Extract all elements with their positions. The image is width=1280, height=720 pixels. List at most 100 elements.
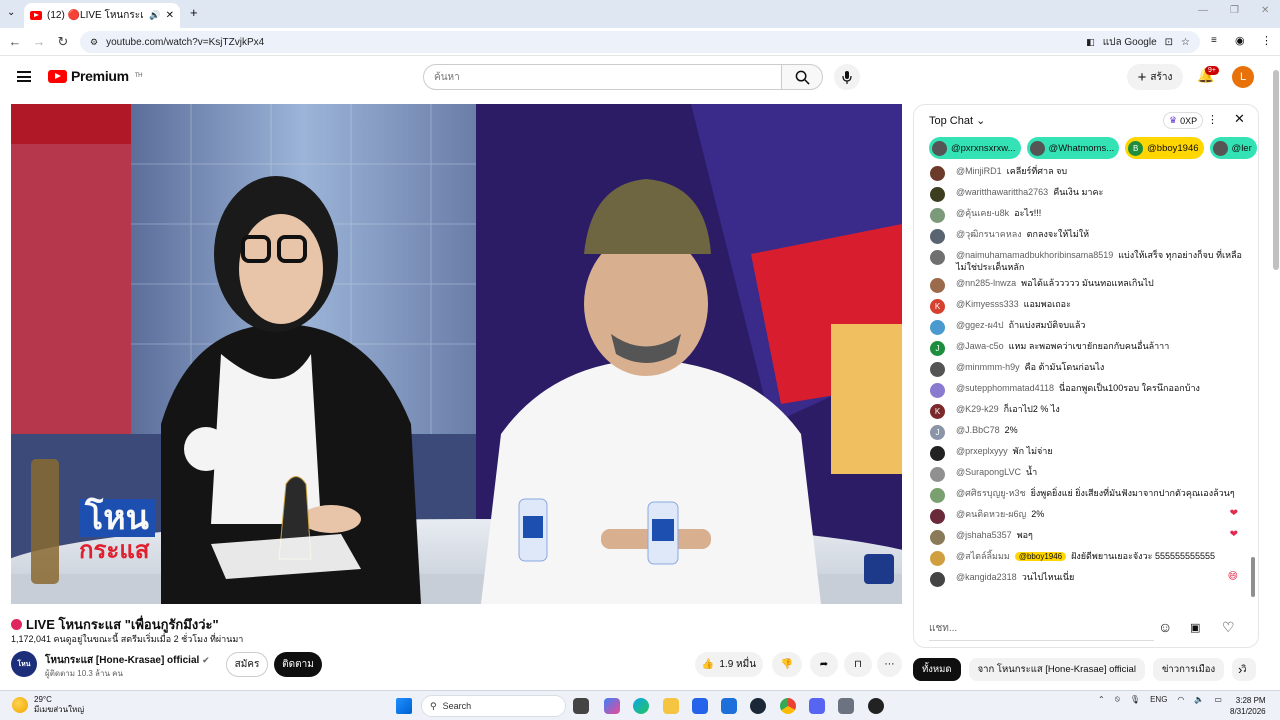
file-explorer-icon[interactable] bbox=[663, 698, 679, 714]
chat-author-name[interactable]: @MinjiRD1 bbox=[956, 166, 1002, 176]
chat-message[interactable]: @jshaha5357 พอๆ ❤ bbox=[914, 527, 1258, 548]
filter-chip[interactable]: จาก โหนกระแส [Hone-Krasae] official bbox=[968, 658, 1145, 681]
chat-message[interactable]: @minmmm-h9y คือ ต้ามันโดนก่อนไง bbox=[914, 359, 1258, 380]
youtube-premium-logo[interactable]: Premium TH bbox=[48, 68, 143, 84]
join-button[interactable]: สมัคร bbox=[226, 652, 268, 677]
back-icon[interactable]: ← bbox=[3, 34, 27, 49]
mic-tray-icon[interactable]: 🎙 bbox=[1130, 695, 1140, 704]
chat-message[interactable]: K @K29-k29 ก็เอาไป2 % ไง bbox=[914, 401, 1258, 422]
close-chat-icon[interactable]: ✕ bbox=[1234, 111, 1245, 127]
wifi-icon[interactable]: ◠ bbox=[1177, 695, 1184, 704]
network-icon[interactable]: ⦸ bbox=[1115, 694, 1120, 704]
page-scrollbar[interactable] bbox=[1271, 60, 1280, 690]
subscribe-button[interactable]: ติดตาม bbox=[274, 652, 322, 677]
chat-author-avatar[interactable] bbox=[930, 383, 945, 398]
ticker-item[interactable]: B @bboy1946 bbox=[1125, 137, 1204, 159]
chat-author-avatar[interactable] bbox=[930, 362, 945, 377]
new-tab-button[interactable]: + bbox=[190, 5, 198, 20]
chat-author-name[interactable]: @prxeplxyyy bbox=[956, 446, 1008, 456]
chat-message[interactable]: J @J.BbC78 2% bbox=[914, 422, 1258, 443]
share-button[interactable]: ➦ bbox=[810, 652, 838, 677]
browser-menu-icon[interactable]: ⋮ bbox=[1261, 34, 1272, 47]
task-view-icon[interactable] bbox=[573, 698, 589, 714]
chat-author-name[interactable]: @SurapongLVC bbox=[956, 467, 1021, 477]
chat-author-avatar[interactable] bbox=[930, 208, 945, 223]
chat-author-name[interactable]: @คุ้นเคย-u8k bbox=[956, 208, 1009, 218]
chat-author-avatar[interactable] bbox=[930, 572, 945, 587]
ticker-item[interactable]: @pxrxnsxrxw... bbox=[929, 137, 1021, 159]
edge-icon[interactable] bbox=[633, 698, 649, 714]
forward-icon[interactable]: → bbox=[27, 34, 51, 49]
chrome-icon[interactable] bbox=[780, 698, 796, 714]
mention-chip[interactable]: @bboy1946 bbox=[1014, 552, 1067, 561]
emoji-icon[interactable]: ☺ bbox=[1158, 619, 1172, 635]
chat-message[interactable]: K @Kimyesss333 แอมพอเถอะ bbox=[914, 296, 1258, 317]
taskbar-search[interactable]: ⚲ Search bbox=[421, 695, 566, 717]
weather-widget[interactable]: 29°C มีเมฆส่วนใหญ่ bbox=[12, 695, 84, 715]
super-chat-icon[interactable]: ▣ bbox=[1190, 621, 1200, 634]
chat-author-avatar[interactable] bbox=[930, 166, 945, 181]
browser-tab-youtube[interactable]: (12) 🔴LIVE โหนกระแส "เพื่อนกู 🔊 ✕ bbox=[24, 3, 180, 28]
xp-badge[interactable]: ♛ 0XP bbox=[1163, 112, 1204, 129]
like-button[interactable]: 👍 1.9 หมื่น bbox=[695, 652, 763, 677]
translate-label[interactable]: แปล Google bbox=[1103, 35, 1157, 50]
reload-icon[interactable]: ↻ bbox=[51, 34, 75, 50]
restore-icon[interactable]: ❐ bbox=[1230, 5, 1239, 16]
chat-author-avatar[interactable] bbox=[930, 187, 945, 202]
search-button[interactable] bbox=[781, 64, 823, 90]
search-input[interactable]: ค้นหา bbox=[423, 64, 782, 90]
chat-author-avatar[interactable] bbox=[930, 229, 945, 244]
tab-list-icon[interactable]: ⌄ bbox=[7, 7, 15, 18]
chat-author-avatar[interactable] bbox=[930, 320, 945, 335]
filter-chip[interactable]: วิ bbox=[1232, 658, 1256, 681]
chat-menu-icon[interactable]: ⋮ bbox=[1207, 113, 1218, 126]
chat-message[interactable]: @สไตล์ลิ้มมม @bboy1946 ฝังยัดีพยานเยอะจังว… bbox=[914, 548, 1258, 569]
chat-author-name[interactable]: @ศศิธรบุญยู-ห3ช bbox=[956, 488, 1026, 498]
menu-icon[interactable] bbox=[17, 71, 31, 82]
chips-next-icon[interactable]: › bbox=[1238, 662, 1242, 677]
chat-message[interactable]: @SurapongLVC น้ำ bbox=[914, 464, 1258, 485]
calculator-icon[interactable] bbox=[838, 698, 854, 714]
chat-scroll-thumb[interactable] bbox=[1251, 557, 1255, 597]
chat-message[interactable]: @sutepphommatad4118 นี่ออกพูดเป็น100รอบ ใ… bbox=[914, 380, 1258, 401]
speaker-icon[interactable]: 🔊 bbox=[149, 10, 160, 21]
volume-icon[interactable]: 🔈 bbox=[1194, 695, 1204, 704]
taskbar-clock[interactable]: 3:28 PM 8/31/2026 bbox=[1230, 695, 1266, 717]
ticker-item[interactable]: @ler bbox=[1209, 137, 1257, 159]
steam-icon[interactable] bbox=[750, 698, 766, 714]
mail-icon[interactable] bbox=[721, 698, 737, 714]
chat-message[interactable]: @ggez-ผ4ป ถ้าแบ่งสมบัติจบแล้ว bbox=[914, 317, 1258, 338]
chat-author-avatar[interactable]: K bbox=[930, 404, 945, 419]
page-scroll-thumb[interactable] bbox=[1273, 70, 1279, 270]
chat-message[interactable]: @คุ้นเคย-u8k อะไร!!! bbox=[914, 205, 1258, 226]
chat-author-avatar[interactable] bbox=[930, 551, 945, 566]
tray-overflow-icon[interactable]: ⌃ bbox=[1098, 695, 1105, 704]
language-indicator[interactable]: ENG bbox=[1150, 695, 1167, 704]
chat-author-avatar[interactable] bbox=[930, 509, 945, 524]
site-info-icon[interactable]: ⚙ bbox=[90, 37, 98, 48]
chat-message[interactable]: @วุฒิกรนาคหลง ตกลงจะให้ไม่ให้ bbox=[914, 226, 1258, 247]
chat-message[interactable]: @MinjiRD1 เคลียร์ที่ศาล จบ bbox=[914, 163, 1258, 184]
copilot-icon[interactable] bbox=[604, 698, 620, 714]
chat-scrollbar[interactable] bbox=[1251, 167, 1255, 607]
chat-author-name[interactable]: @sutepphommatad4118 bbox=[956, 383, 1054, 393]
chat-author-avatar[interactable] bbox=[930, 250, 945, 265]
heart-icon[interactable]: ♡ bbox=[1222, 619, 1235, 636]
store-icon[interactable] bbox=[692, 698, 708, 714]
chat-author-avatar[interactable]: J bbox=[930, 425, 945, 440]
chat-author-avatar[interactable] bbox=[930, 530, 945, 545]
video-player[interactable]: โหน กระแส bbox=[11, 104, 902, 604]
chat-message[interactable]: @nn285-lnwza พอได้แล้ววววว มันนทอแหลเกินไ… bbox=[914, 275, 1258, 296]
chat-author-name[interactable]: @Jawa-c5o bbox=[956, 341, 1004, 351]
chat-author-name[interactable]: @waritthawarittha2763 bbox=[956, 187, 1048, 197]
close-window-icon[interactable]: ✕ bbox=[1261, 5, 1269, 16]
close-tab-icon[interactable]: ✕ bbox=[166, 10, 174, 21]
discord-icon[interactable] bbox=[809, 698, 825, 714]
chat-author-name[interactable]: @ggez-ผ4ป bbox=[956, 320, 1004, 330]
chat-author-avatar[interactable] bbox=[930, 488, 945, 503]
chat-author-name[interactable]: @nn285-lnwza bbox=[956, 278, 1016, 288]
filter-chip[interactable]: ทั้งหมด bbox=[913, 658, 961, 681]
bookmark-star-icon[interactable]: ☆ bbox=[1181, 37, 1190, 48]
profile-icon[interactable]: ◉ bbox=[1235, 34, 1245, 47]
app-icon[interactable] bbox=[868, 698, 884, 714]
